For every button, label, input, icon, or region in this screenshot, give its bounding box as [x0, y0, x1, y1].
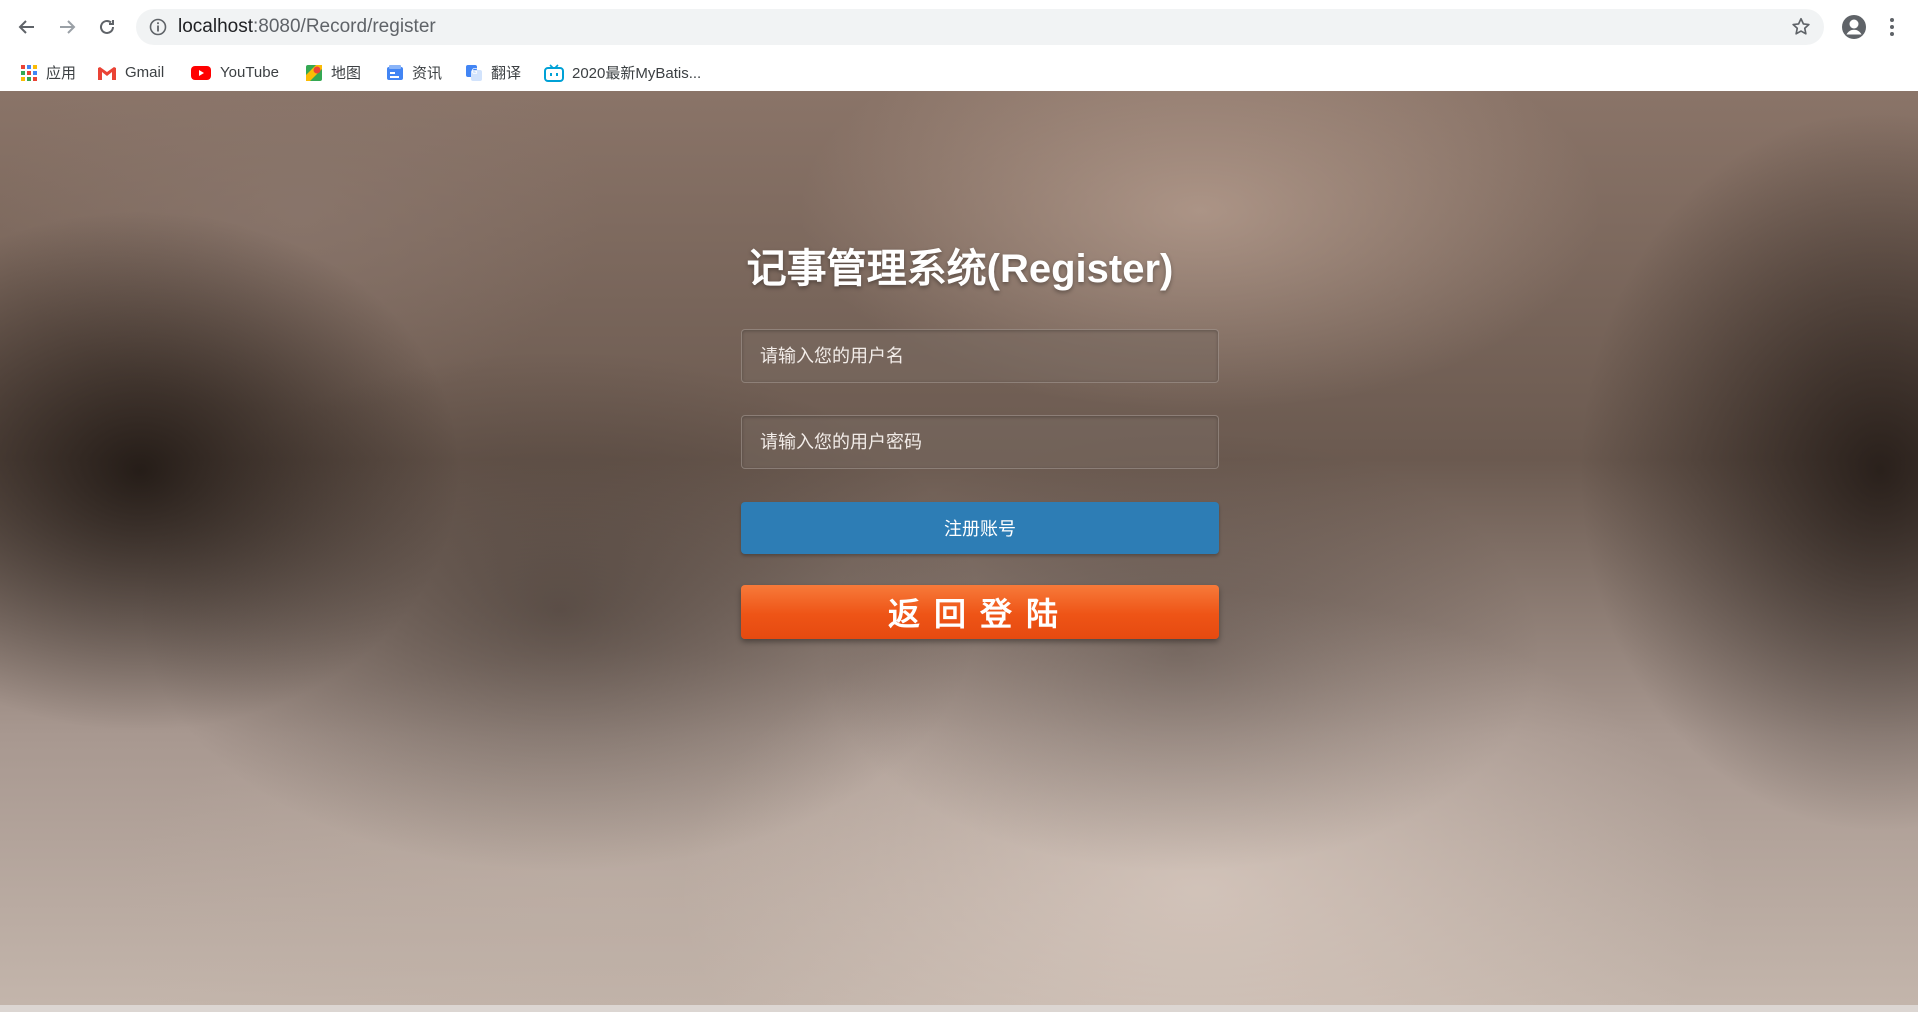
back-arrow-icon[interactable]	[13, 13, 41, 41]
apps-grid-icon	[21, 64, 37, 81]
bookmark-label: Gmail	[125, 64, 165, 81]
bookmark-mybatis[interactable]: 2020最新MyBatis...	[544, 54, 701, 91]
bookmark-apps[interactable]: 应用	[20, 54, 76, 91]
bookmark-label: 资讯	[412, 65, 443, 82]
register-button[interactable]: 注册账号	[741, 502, 1219, 554]
page-bottom-strip	[0, 1005, 1918, 1012]
bookmark-translate[interactable]: G 翻译	[465, 54, 521, 91]
bookmark-label: 地图	[331, 65, 362, 82]
bookmark-maps[interactable]: 地图	[305, 54, 361, 91]
page-title: 记事管理系统(Register)	[746, 247, 1174, 291]
bilibili-icon	[544, 63, 564, 82]
bookmark-youtube[interactable]: YouTube	[190, 54, 279, 91]
username-input[interactable]	[741, 329, 1219, 383]
reload-icon[interactable]	[93, 13, 121, 41]
bookmark-label: 翻译	[491, 65, 522, 82]
bookmark-news[interactable]: 资讯	[386, 54, 442, 91]
bookmark-label: YouTube	[220, 64, 279, 81]
gmail-icon	[98, 66, 116, 80]
profile-avatar-icon[interactable]	[1840, 13, 1868, 41]
bookmark-gmail[interactable]: Gmail	[97, 54, 164, 91]
svg-text:G: G	[472, 67, 478, 76]
more-menu-icon[interactable]	[1882, 13, 1902, 41]
url-path: :8080/Record/register	[253, 16, 436, 37]
url-text[interactable]: localhost:8080/Record/register	[178, 9, 436, 45]
translate-icon: G	[466, 64, 482, 81]
bookmarks-bar: 应用 Gmail YouTube 地图 资讯 G 翻译 2020最新MyBati…	[0, 54, 1918, 91]
url-host: localhost	[178, 16, 253, 37]
password-input[interactable]	[741, 415, 1219, 469]
navigation-bar: localhost:8080/Record/register	[0, 0, 1918, 54]
back-to-login-button[interactable]: 返回登陆	[741, 585, 1219, 639]
bookmark-label: 应用	[46, 65, 77, 82]
browser-chrome: localhost:8080/Record/register 应用 Gmail …	[0, 0, 1918, 92]
info-icon[interactable]	[148, 17, 168, 37]
address-bar[interactable]: localhost:8080/Record/register	[136, 9, 1824, 45]
bookmark-star-icon[interactable]	[1790, 16, 1812, 38]
maps-icon	[306, 64, 322, 81]
news-icon	[387, 64, 403, 80]
forward-arrow-icon[interactable]	[53, 13, 81, 41]
youtube-icon	[191, 65, 211, 80]
bookmark-label: 2020最新MyBatis...	[572, 65, 702, 82]
